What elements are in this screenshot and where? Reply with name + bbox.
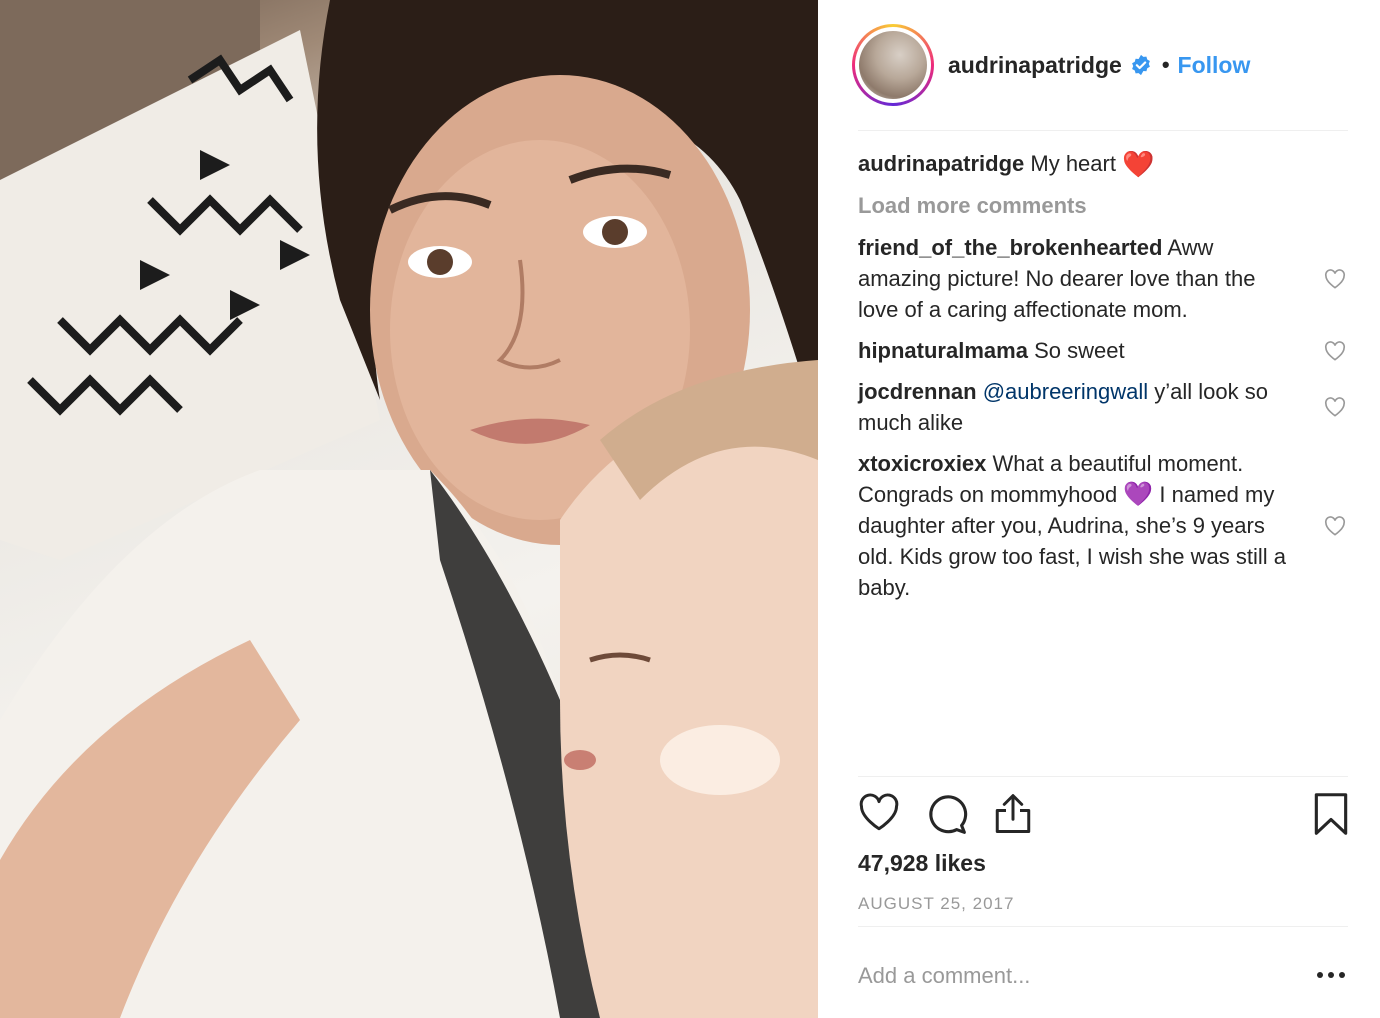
header-username[interactable]: audrinapatridge (948, 52, 1122, 79)
likes-count[interactable]: 47,928 likes (858, 850, 986, 877)
header-separator: • (1161, 52, 1170, 77)
caption-text: My heart (1030, 151, 1116, 176)
post-caption: audrinapatridge My heart ❤️ (858, 148, 1348, 180)
comments-list: audrinapatridge My heart ❤️ Load more co… (858, 148, 1348, 603)
post-header: audrinapatridge • Follow (852, 22, 1346, 108)
small-heart-icon[interactable] (1324, 340, 1346, 361)
comment-item: hipnaturalmama So sweet (858, 335, 1348, 366)
comment-mention[interactable]: @aubreeringwall (983, 379, 1148, 404)
small-heart-icon[interactable] (1324, 397, 1346, 417)
comment-box-divider (858, 926, 1348, 927)
comment-text: So sweet (1034, 338, 1125, 363)
verified-badge-icon (1131, 54, 1150, 76)
bookmark-icon[interactable] (1312, 792, 1350, 836)
post-photo[interactable] (0, 0, 818, 1018)
add-comment-input[interactable] (858, 958, 1238, 994)
comment-item: jocdrennan @aubreeringwall y’all look so… (858, 376, 1348, 438)
small-heart-icon[interactable] (1324, 515, 1346, 536)
speech-bubble-icon[interactable] (924, 792, 968, 836)
comment-item: friend_of_the_brokenhearted Aww amazing … (858, 232, 1348, 325)
comment-username[interactable]: friend_of_the_brokenhearted (858, 235, 1162, 260)
selfie-illustration (0, 0, 818, 1018)
post-side-panel: audrinapatridge • Follow audrinapatridge… (818, 0, 1380, 1018)
ellipsis-icon[interactable] (1314, 960, 1348, 990)
red-heart-emoji: ❤️ (1122, 149, 1155, 179)
comment-item: xtoxicroxiex What a beautiful moment. Co… (858, 448, 1348, 603)
load-more-comments-button[interactable]: Load more comments (858, 190, 1348, 222)
comment-username[interactable]: hipnaturalmama (858, 338, 1028, 363)
comment-username[interactable]: xtoxicroxiex (858, 451, 986, 476)
comment-username[interactable]: jocdrennan (858, 379, 977, 404)
purple-heart-emoji: 💜 (1123, 481, 1154, 508)
caption-username[interactable]: audrinapatridge (858, 151, 1024, 176)
small-heart-icon[interactable] (1324, 268, 1346, 289)
actions-divider (858, 776, 1348, 777)
share-upload-icon[interactable] (992, 792, 1034, 836)
avatar[interactable] (852, 24, 934, 106)
heart-outline-icon[interactable] (858, 792, 900, 834)
post-date: AUGUST 25, 2017 (858, 894, 1015, 913)
follow-button[interactable]: Follow (1178, 52, 1251, 79)
header-divider (858, 130, 1348, 131)
post-actions (858, 792, 1350, 840)
